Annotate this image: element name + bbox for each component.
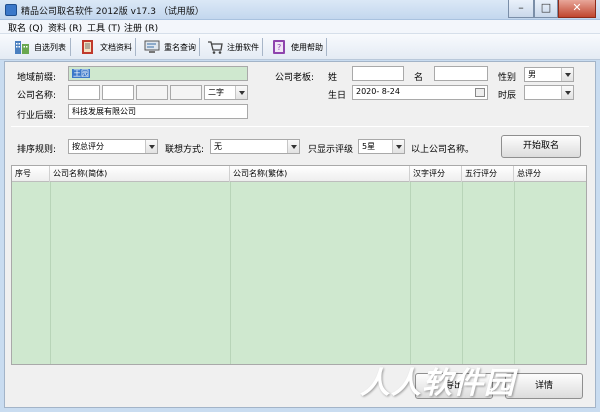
column-divider [410,182,411,364]
start-naming-button[interactable]: 开始取名 [501,135,581,158]
association-select[interactable]: 无 [210,139,300,154]
toolbar-label: 自选列表 [34,42,66,52]
company-name-char-3[interactable] [136,85,168,100]
title-bar: 精品公司取名软件 2012版 v17.3 （试用版） – □ ✕ [0,0,600,20]
gender-value: 男 [528,70,536,79]
calendar-icon[interactable] [475,88,485,97]
results-table[interactable]: 序号 公司名称(简体) 公司名称(繁体) 汉字评分 五行评分 总评分 [11,165,587,365]
toolbar-separator [199,38,200,56]
birth-hour-label: 时辰 [498,91,517,101]
only-show-label: 只显示评级 [308,145,354,155]
close-button[interactable]: ✕ [558,0,596,18]
company-name-char-2[interactable] [102,85,134,100]
column-divider [50,182,51,364]
column-header-index[interactable]: 序号 [12,166,50,182]
toolbar-button-duplicate-check[interactable]: 重名查询 [140,36,199,58]
divider [11,126,589,127]
surname-input[interactable] [352,66,404,81]
chevron-down-icon[interactable] [145,140,157,153]
toolbar-label: 使用帮助 [291,42,323,52]
chevron-down-icon[interactable] [561,68,573,81]
name-length-select[interactable]: 二字 [204,85,248,100]
column-divider [462,182,463,364]
given-name-input[interactable] [434,66,488,81]
column-header-traditional[interactable]: 公司名称(繁体) [230,166,410,182]
main-panel: 地域前缀: 王园 公司老板: 姓 名 性别 男 公司名称: 二字 生日 2020… [4,61,596,408]
column-header-simplified[interactable]: 公司名称(简体) [50,166,230,182]
toolbar-button-docs[interactable]: 文档资料 [76,36,135,58]
column-header-hanzi-score[interactable]: 汉字评分 [410,166,462,182]
minimize-button[interactable]: – [508,0,534,18]
surname-label: 姓 [328,73,338,83]
toolbar-separator [135,38,136,56]
association-label: 联想方式: [165,145,205,155]
maximize-button[interactable]: □ [534,0,558,18]
sort-select[interactable]: 按总评分 [68,139,158,154]
column-divider [230,182,231,364]
sort-value: 按总评分 [72,142,104,151]
industry-label: 行业后缀: [17,111,57,121]
menu-item-data[interactable]: 资料 (R) [48,21,82,34]
toolbar-label: 注册软件 [227,42,259,52]
gender-label: 性别 [498,73,517,83]
window-title: 精品公司取名软件 2012版 v17.3 （试用版） [21,7,204,17]
suffix-label: 以上公司名称。 [411,145,475,155]
rating-select[interactable]: 5星 [358,139,405,154]
company-name-char-4[interactable] [170,85,202,100]
industry-value: 科技发展有限公司 [72,107,136,116]
menu-item-tools[interactable]: 工具 (T) [87,21,120,34]
toolbar-label: 文档资料 [100,42,132,52]
menu-bar: 取名 (Q) 资料 (R) 工具 (T) 注册 (R) [0,20,600,34]
region-input[interactable]: 王园 [68,66,248,81]
given-name-label: 名 [414,73,424,83]
app-icon [5,4,17,16]
owner-label: 公司老板: [275,73,315,83]
details-button[interactable]: 详情 [505,373,583,399]
toolbar-button-list[interactable]: 自选列表 [10,36,69,58]
watermark: 人人软件园 [360,366,515,401]
rating-value: 5星 [362,142,376,151]
association-value: 无 [214,142,222,151]
toolbar-separator [262,38,263,56]
region-label: 地域前缀: [17,73,57,83]
toolbar-button-register[interactable]: 注册软件 [203,36,262,58]
column-header-total-score[interactable]: 总评分 [514,166,586,182]
column-header-wuxing-score[interactable]: 五行评分 [462,166,514,182]
birthday-label: 生日 [328,91,347,101]
company-name-char-1[interactable] [68,85,100,100]
birthday-picker[interactable]: 2020- 8-24 [352,85,488,100]
column-divider [514,182,515,364]
chevron-down-icon[interactable] [287,140,299,153]
company-name-label: 公司名称: [17,91,57,101]
industry-input[interactable]: 科技发展有限公司 [68,104,248,119]
document-book-icon [79,38,97,56]
toolbar-separator [70,38,71,56]
birth-hour-select[interactable] [524,85,574,100]
cart-icon [206,38,224,56]
chevron-down-icon[interactable] [561,86,573,99]
menu-item-register[interactable]: 注册 (R) [124,21,158,34]
chevron-down-icon[interactable] [392,140,404,153]
building-list-icon [13,38,31,56]
toolbar: 自选列表 文档资料 重名查询 注册软件 ? 使用帮助 [0,34,600,60]
gender-select[interactable]: 男 [524,67,574,82]
region-value: 王园 [72,69,90,78]
chevron-down-icon[interactable] [235,86,247,99]
toolbar-button-help[interactable]: ? 使用帮助 [267,36,326,58]
help-book-icon: ? [270,38,288,56]
monitor-search-icon [143,38,161,56]
svg-text:?: ? [277,43,281,52]
sort-label: 排序规则: [17,145,57,155]
menu-item-naming[interactable]: 取名 (Q) [8,21,43,34]
table-header: 序号 公司名称(简体) 公司名称(繁体) 汉字评分 五行评分 总评分 [12,166,586,182]
toolbar-label: 重名查询 [164,42,196,52]
name-length-value: 二字 [208,88,224,97]
toolbar-separator [326,38,327,56]
birthday-value: 2020- 8-24 [356,87,400,96]
